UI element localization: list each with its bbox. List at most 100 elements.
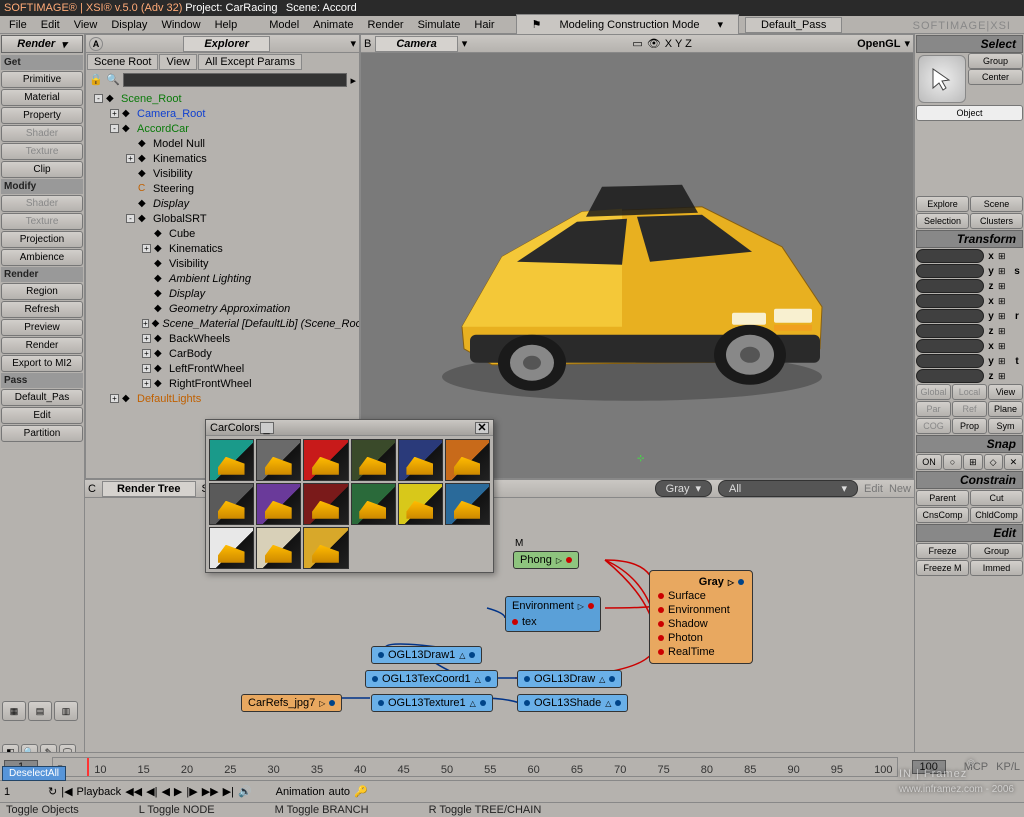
axis-label[interactable]: x (985, 251, 997, 262)
sym-button[interactable]: Sym (988, 418, 1023, 434)
color-swatch[interactable] (445, 483, 490, 525)
local-button[interactable]: Local (952, 384, 987, 400)
selection-button[interactable]: Selection (916, 213, 969, 229)
tree-toggle-icon[interactable]: - (126, 214, 135, 223)
menu-hair[interactable]: Hair (467, 17, 501, 33)
output-port-icon[interactable]: ▷ (319, 699, 325, 708)
color-swatch[interactable] (209, 483, 254, 525)
minimize-icon[interactable]: _ (260, 422, 274, 434)
color-swatch[interactable] (398, 483, 443, 525)
link-icon[interactable]: ⊞ (998, 311, 1010, 322)
port-icon[interactable] (658, 593, 664, 599)
animation-dropdown[interactable]: Animation (276, 786, 325, 798)
immed-button[interactable]: Immed (970, 560, 1023, 576)
toolbar-button[interactable]: Shader (1, 195, 83, 212)
toolbar-button[interactable]: Preview (1, 319, 83, 336)
view-button[interactable]: View (988, 384, 1023, 400)
color-swatch[interactable] (351, 439, 396, 481)
link-icon[interactable]: ⊞ (998, 296, 1010, 307)
end-frame[interactable]: 100 (912, 760, 946, 774)
port-icon[interactable] (738, 579, 744, 585)
auto-label[interactable]: auto (329, 786, 350, 798)
filter-dropdown[interactable]: All▾ (718, 480, 858, 497)
menu-simulate[interactable]: Simulate (411, 17, 468, 33)
port-icon[interactable] (524, 676, 530, 682)
tree-node[interactable]: +◆Kinematics (88, 241, 357, 256)
menu-display[interactable]: Display (104, 17, 154, 33)
center-button[interactable]: Center (968, 69, 1023, 85)
group-button[interactable]: Group (968, 53, 1023, 69)
menu-view[interactable]: View (67, 17, 105, 33)
tree-node[interactable]: -◆Scene_Root (88, 91, 357, 106)
snap-opt-3[interactable]: ◇ (984, 454, 1003, 470)
tool-icon-1[interactable]: ▦ (2, 701, 26, 721)
transform-field[interactable] (916, 324, 984, 338)
port-icon[interactable] (658, 649, 664, 655)
toolbar-button[interactable]: Texture (1, 143, 83, 160)
color-swatch[interactable] (351, 483, 396, 525)
transform-field[interactable] (916, 339, 984, 353)
toolbar-button[interactable]: Export to MI2 (1, 355, 83, 372)
link-icon[interactable]: ⊞ (998, 281, 1010, 292)
timeline-track[interactable]: 5101520253035404550556065707580859095100 (52, 757, 898, 777)
output-port-icon[interactable]: △ (599, 675, 605, 684)
chevron-down-icon[interactable]: ▾ (904, 37, 910, 50)
port-icon[interactable] (372, 676, 378, 682)
tree-toggle-icon[interactable]: + (142, 244, 151, 253)
node-phong[interactable]: Phong▷ (513, 551, 579, 569)
snap-opt-1[interactable]: ○ (943, 454, 962, 470)
play-back-icon[interactable]: ◀ (161, 785, 169, 798)
node-ogl-draw1[interactable]: OGL13Draw1△ (371, 646, 482, 664)
tree-node[interactable]: -◆GlobalSRT (88, 211, 357, 226)
node-environment[interactable]: Environment▷ tex (505, 596, 601, 632)
menu-window[interactable]: Window (154, 17, 207, 33)
menu-edit[interactable]: Edit (34, 17, 67, 33)
menu-render[interactable]: Render (361, 17, 411, 33)
scene-button[interactable]: Scene (970, 196, 1023, 212)
construction-mode-dropdown[interactable]: ⚑Modeling Construction Mode▾ (516, 14, 739, 35)
tree-node[interactable]: ◆Model Null (88, 136, 357, 151)
tree-node[interactable]: ◆Visibility (88, 166, 357, 181)
link-icon[interactable]: ⊞ (998, 341, 1010, 352)
group-button-2[interactable]: Group (970, 543, 1023, 559)
link-icon[interactable]: ⊞ (998, 371, 1010, 382)
transform-field[interactable] (916, 249, 984, 263)
loop-icon[interactable]: ↻ (48, 785, 57, 798)
color-swatch[interactable] (256, 527, 301, 569)
tree-toggle-icon[interactable]: + (110, 109, 119, 118)
toolbar-button[interactable]: Material (1, 89, 83, 106)
toolbar-button[interactable]: Clip (1, 161, 83, 178)
color-swatch[interactable] (398, 439, 443, 481)
axis-label[interactable]: z (985, 326, 997, 337)
axis-label[interactable]: x (985, 296, 997, 307)
srt-label[interactable]: r (1011, 311, 1023, 322)
cursor-icon[interactable] (918, 55, 966, 103)
cut-button[interactable]: Cut (970, 490, 1023, 506)
cog-button[interactable]: COG (916, 418, 951, 434)
link-icon[interactable]: ⊞ (998, 251, 1010, 262)
port-icon[interactable] (512, 619, 518, 625)
transform-field[interactable] (916, 294, 984, 308)
color-swatch[interactable] (209, 439, 254, 481)
port-icon[interactable] (524, 700, 530, 706)
prev-key-icon[interactable]: ◀◀ (125, 785, 142, 798)
link-icon[interactable]: ⊞ (998, 326, 1010, 337)
tree-node[interactable]: +◆BackWheels (88, 331, 357, 346)
output-port-icon[interactable]: △ (475, 675, 481, 684)
close-icon[interactable]: ✕ (475, 422, 489, 434)
node-gray-material[interactable]: Gray▷ Surface Environment Shadow Photon … (649, 570, 753, 664)
port-icon[interactable] (480, 700, 486, 706)
goto-start-icon[interactable]: |◀ (61, 785, 72, 798)
port-icon[interactable] (485, 676, 491, 682)
snap-opt-4[interactable]: ✕ (1004, 454, 1023, 470)
next-key-icon[interactable]: ▶▶ (202, 785, 219, 798)
toolbar-button[interactable]: Texture (1, 213, 83, 230)
tree-toggle-icon[interactable]: + (142, 334, 151, 343)
port-icon[interactable] (378, 652, 384, 658)
render-api[interactable]: OpenGL (857, 38, 900, 50)
port-icon[interactable] (588, 603, 594, 609)
explorer-title[interactable]: Explorer (183, 36, 270, 52)
port-icon[interactable] (566, 557, 572, 563)
transform-field[interactable] (916, 264, 984, 278)
srt-label[interactable]: s (1011, 266, 1023, 277)
